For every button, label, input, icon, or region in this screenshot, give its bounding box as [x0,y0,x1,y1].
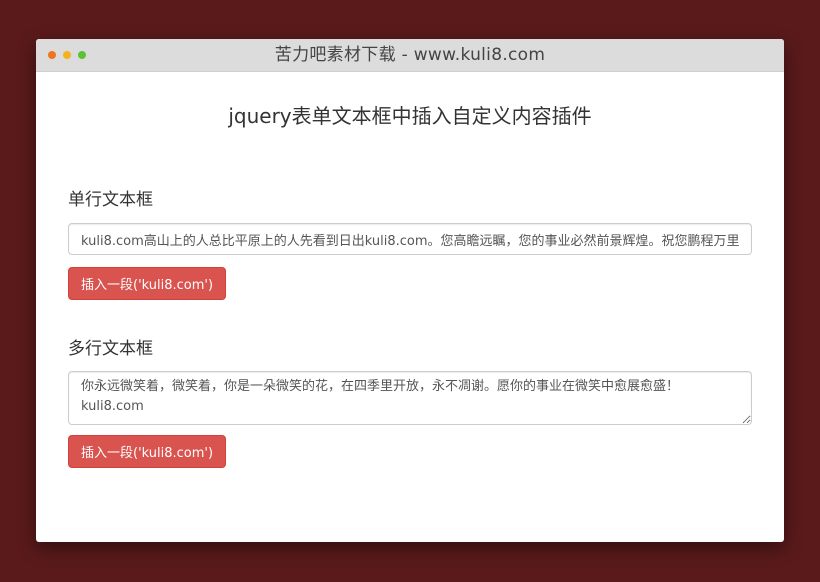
single-line-input[interactable] [68,223,752,255]
single-line-label: 单行文本框 [68,190,153,210]
insert-button-single[interactable]: 插入一段('kuli8.com') [68,267,227,300]
multi-line-label: 多行文本框 [68,339,153,359]
browser-window: 苦力吧素材下载 - www.kuli8.com jquery表单文本框中插入自定… [36,39,784,542]
page-content: jquery表单文本框中插入自定义内容插件 [36,72,784,130]
page-title: jquery表单文本框中插入自定义内容插件 [228,104,592,128]
window-title: 苦力吧素材下载 - www.kuli8.com [274,45,546,65]
window-titlebar: 苦力吧素材下载 - www.kuli8.com [36,39,784,72]
insert-button-multi[interactable]: 插入一段('kuli8.com') [68,435,227,468]
multi-line-textarea[interactable]: 你永远微笑着，微笑着，你是一朵微笑的花，在四季里开放，永不凋谢。愿你的事业在微笑… [68,371,752,425]
